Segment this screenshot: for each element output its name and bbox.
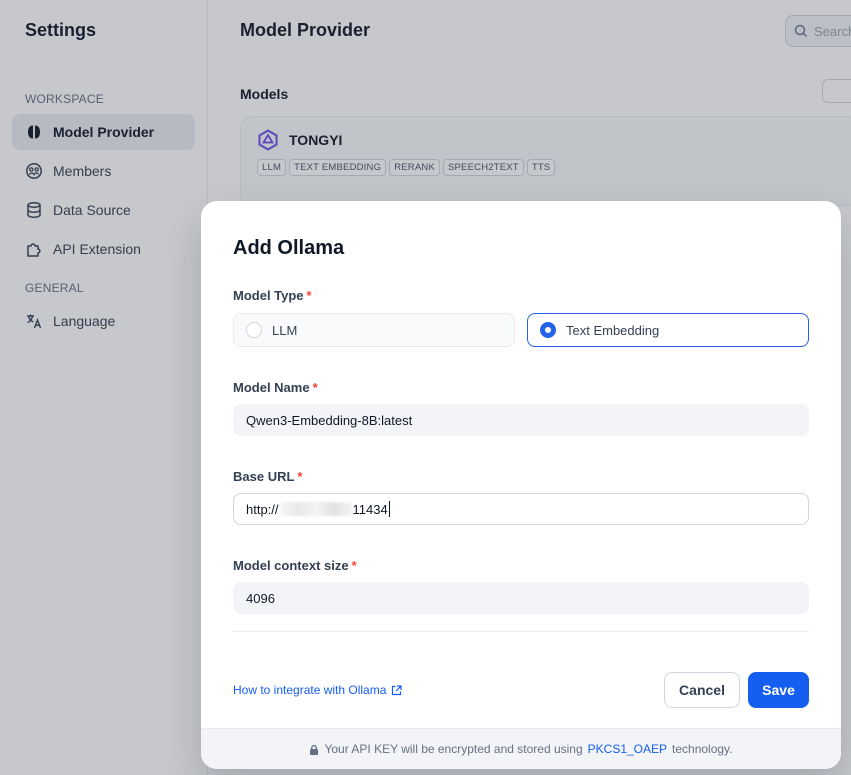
dialog-actions: How to integrate with Ollama Cancel Save (233, 672, 809, 708)
base-url-suffix: 11434 (352, 501, 388, 517)
cancel-button[interactable]: Cancel (664, 672, 740, 708)
notice-text-before: Your API KEY will be encrypted and store… (324, 742, 583, 756)
dialog-title: Add Ollama (233, 237, 345, 259)
model-type-option-text-embedding[interactable]: Text Embedding (527, 313, 809, 347)
model-type-option-llm[interactable]: LLM (233, 313, 515, 347)
external-link-icon (392, 684, 403, 695)
model-type-label: Model Type * (233, 288, 809, 304)
model-name-input[interactable]: Qwen3-Embedding-8B:latest (233, 404, 809, 436)
radio-unchecked-icon[interactable] (246, 322, 262, 338)
save-button[interactable]: Save (748, 672, 809, 708)
context-size-label-text: Model context size (233, 558, 349, 573)
context-size-input[interactable]: 4096 (233, 582, 809, 614)
option-label: LLM (272, 322, 298, 338)
text-caret (388, 501, 390, 517)
base-url-label: Base URL * (233, 469, 809, 485)
model-name-label-text: Model Name (233, 380, 310, 395)
base-url-input[interactable]: http:// 11434 (233, 493, 809, 525)
model-type-label-text: Model Type (233, 288, 304, 303)
model-name-label: Model Name * (233, 380, 809, 396)
required-mark: * (297, 469, 303, 484)
model-name-value: Qwen3-Embedding-8B:latest (246, 412, 413, 428)
context-size-value: 4096 (246, 590, 275, 606)
context-size-label: Model context size * (233, 558, 809, 574)
base-url-label-text: Base URL (233, 469, 295, 484)
add-model-dialog: Add Ollama Model Type * LLM Text Embeddin… (201, 201, 841, 769)
divider (233, 631, 809, 632)
radio-checked-icon[interactable] (540, 322, 556, 338)
required-mark: * (351, 558, 357, 573)
option-label: Text Embedding (566, 322, 660, 338)
model-type-options: LLM Text Embedding (233, 313, 809, 347)
help-link[interactable]: How to integrate with Ollama (233, 683, 403, 697)
redacted-block (279, 502, 352, 516)
base-url-prefix: http:// (246, 501, 279, 517)
pkcs-link[interactable]: PKCS1_OAEP (588, 742, 667, 756)
encryption-notice: Your API KEY will be encrypted and store… (201, 728, 841, 769)
required-mark: * (312, 380, 318, 395)
help-link-text: How to integrate with Ollama (233, 683, 387, 697)
notice-text-after: technology. (672, 742, 733, 756)
required-mark: * (306, 288, 312, 303)
lock-icon (310, 744, 319, 755)
